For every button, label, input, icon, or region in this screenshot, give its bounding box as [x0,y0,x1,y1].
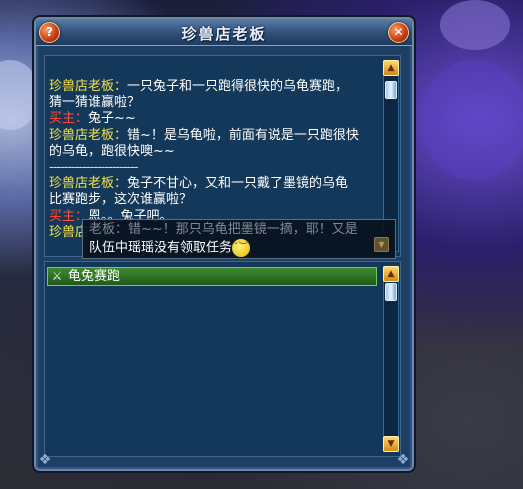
window-title: 珍兽店老板 [181,25,267,43]
system-message-tooltip: 老板：错~~！那只乌龟把墨镜一摘，耶！又是 队伍中瑶瑶没有领取任务 ˇ︶ˇ ▼ [82,219,396,271]
scroll-thumb[interactable] [385,81,397,99]
scroll-thumb[interactable] [385,283,397,301]
task-scrollbar[interactable]: ▲ ▼ [383,266,399,452]
chat-line: ------------------------ [49,160,379,176]
chat-message: 的乌龟，跑很快噢~~ [49,143,175,159]
background-flower [420,60,523,180]
chat-line: 珍兽店老板：兔子不甘心，又和一只戴了墨镜的乌龟 [49,176,379,192]
task-item-label: 龟兔赛跑 [68,269,121,284]
chat-message: 兔子~~ [88,111,136,127]
scroll-down-arrow-icon[interactable]: ▼ [374,237,389,252]
background-flower [440,0,510,50]
task-item[interactable]: ⚔ 龟兔赛跑 [47,267,377,286]
tooltip-text: 队伍中瑶瑶没有领取任务 [89,240,233,256]
close-button[interactable]: ✕ [388,22,409,43]
crossed-swords-icon: ⚔ [51,269,63,283]
chat-message: 猜一猜谁赢啦？ [49,95,141,111]
chat-line: 比赛跑步，这次谁赢啦？ [49,192,379,208]
chat-log: 珍兽店老板：一只兔子和一只跑得很快的乌龟赛跑， 猜一猜谁赢啦？ 买主：兔子~~ 珍兽店… [49,79,379,241]
chat-message: 错~！是乌龟啦，前面有说是一只跑很快 [127,127,359,143]
chat-speaker: 珍兽店老板： [49,127,128,143]
corner-ornament-icon: ❖ [38,452,52,468]
chat-line: 买主：兔子~~ [49,111,379,127]
scroll-up-arrow-icon[interactable]: ▲ [383,60,399,76]
chat-speaker: 珍兽店老板： [49,176,128,192]
scroll-down-arrow-icon[interactable]: ▼ [383,436,399,452]
chat-speaker: 珍兽店老板： [49,79,128,94]
chat-line: 珍兽店老板：错~！是乌龟啦，前面有说是一只跑很快 [49,128,379,144]
chat-message: 比赛跑步，这次谁赢啦？ [49,192,193,208]
task-list-panel: ⚔ 龟兔赛跑 ▲ ▼ [44,261,401,457]
chat-divider: ------------------------ [49,160,139,176]
chat-line: 猜一猜谁赢啦？ [49,95,379,111]
corner-ornament-icon: ❖ [396,452,410,468]
title-bar: ? 珍兽店老板 ✕ [36,19,412,46]
chat-speaker: 买主： [49,111,89,127]
chat-message: 兔子不甘心，又和一只戴了墨镜的乌龟 [127,176,349,192]
scroll-up-arrow-icon[interactable]: ▲ [383,266,399,282]
tooltip-faded-text: 老板：错~~！那只乌龟把墨镜一摘，耶！又是 [89,222,358,237]
chat-message: 一只兔子和一只跑得很快的乌龟赛跑， [127,79,349,94]
emoji-face-icon: ˇ︶ˇ [232,239,251,271]
chat-line: 的乌龟，跑很快噢~~ [49,144,379,160]
chat-line: 珍兽店老板：一只兔子和一只跑得很快的乌龟赛跑， [49,79,379,95]
